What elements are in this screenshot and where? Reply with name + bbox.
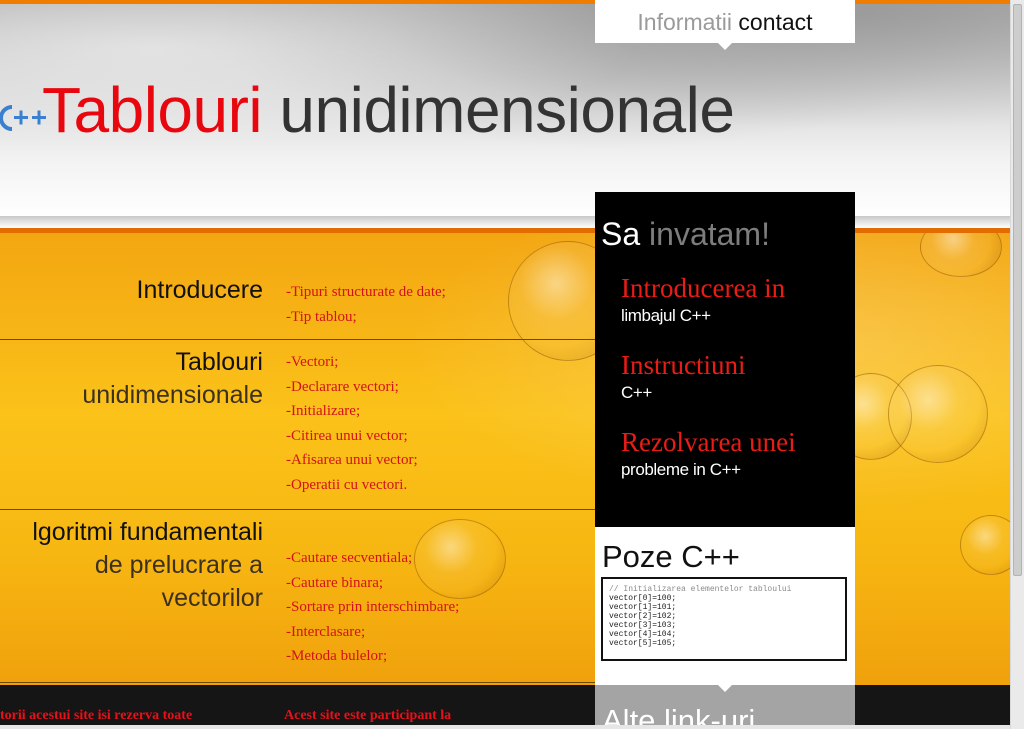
scrollbar-thumb[interactable] xyxy=(1013,4,1022,576)
section-divider xyxy=(0,509,596,510)
topic-link[interactable]: -Tipuri structurate de date; xyxy=(286,280,446,305)
topic-link[interactable]: -Cautare binara; xyxy=(286,571,459,596)
page-title: Tablouri unidimensionale xyxy=(42,74,735,146)
topic-link[interactable]: -Cautare secventiala; xyxy=(286,546,459,571)
topic-link[interactable]: -Vectori; xyxy=(286,350,418,375)
section-title-line: unidimensionale xyxy=(82,381,263,409)
topic-link[interactable]: -Declarare vectori; xyxy=(286,375,418,400)
alte-links-notch xyxy=(718,685,732,692)
sidebar-link-introducere-sub[interactable]: limbajul C++ xyxy=(621,306,711,326)
footer-rights-text: torii acestui site isi rezerva toate xyxy=(0,708,193,723)
sidebar-link-instructiuni-sub[interactable]: C++ xyxy=(621,383,652,403)
decorative-bubble xyxy=(960,515,1010,575)
topic-link[interactable]: -Afisarea unui vector; xyxy=(286,448,418,473)
code-line: vector[0]=100; xyxy=(609,594,677,603)
horizontal-scrollbar[interactable] xyxy=(0,725,1010,729)
contact-tab-grey-text: Informatii xyxy=(637,9,733,35)
sidebar-link-instructiuni-title[interactable]: Instructiuni xyxy=(621,350,745,380)
topic-link[interactable]: -Tip tablou; xyxy=(286,305,446,330)
decorative-bubble xyxy=(888,365,988,463)
topic-link[interactable]: -Operatii cu vectori. xyxy=(286,473,418,498)
header-shadow xyxy=(0,216,1010,228)
topic-link[interactable]: -Citirea unui vector; xyxy=(286,424,418,449)
sidebar-heading-white: Sa xyxy=(601,216,641,252)
code-screenshot-text: // Initializarea elementelor tabloului ve… xyxy=(609,585,791,648)
section-title-line: Tablouri xyxy=(175,348,263,376)
code-line: vector[2]=102; xyxy=(609,612,677,621)
section-title-line: Introducere xyxy=(136,276,263,304)
section-title-line: vectorilor xyxy=(161,584,263,612)
section-links-tablouri: -Vectori; -Declarare vectori; -Initializ… xyxy=(286,350,418,497)
section-title-line: lgoritmi fundamentali xyxy=(32,518,263,546)
page-title-red: Tablouri xyxy=(42,74,263,146)
section-title-line: de prelucrare a xyxy=(94,551,263,579)
section-divider xyxy=(0,682,596,683)
poze-title: Poze C++ xyxy=(602,539,740,574)
sidebar-heading-grey: invatam! xyxy=(649,216,770,252)
section-links-introducere: -Tipuri structurate de date; -Tip tablou… xyxy=(286,280,446,329)
code-line: vector[5]=105; xyxy=(609,639,677,648)
code-line: vector[3]=103; xyxy=(609,621,677,630)
section-links-algoritmi: -Cautare secventiala; -Cautare binara; -… xyxy=(286,546,459,669)
section-title-algoritmi[interactable]: lgoritmi fundamentali de prelucrare a ve… xyxy=(32,516,263,615)
decorative-bubble xyxy=(920,233,1002,277)
contact-tab-notch xyxy=(718,43,732,50)
sidebar-heading: Sa invatam! xyxy=(601,216,770,252)
footer-participant-text: Acest site este participant la xyxy=(284,708,452,723)
alte-links-title[interactable]: Alte link-uri xyxy=(602,703,755,739)
topic-link[interactable]: -Interclasare; xyxy=(286,620,459,645)
code-line: vector[4]=104; xyxy=(609,630,677,639)
vertical-scrollbar[interactable] xyxy=(1010,0,1024,729)
section-title-tablouri[interactable]: Tablouri unidimensionale xyxy=(82,346,263,412)
sidebar-link-introducere-title[interactable]: Introducerea in xyxy=(621,273,785,303)
page-title-dark: unidimensionale xyxy=(279,74,735,146)
section-divider xyxy=(0,339,596,340)
sidebar-link-rezolvare-title[interactable]: Rezolvarea unei xyxy=(621,427,796,457)
topic-link[interactable]: -Metoda bulelor; xyxy=(286,644,459,669)
code-line: vector[1]=101; xyxy=(609,603,677,612)
topic-link[interactable]: -Sortare prin interschimbare; xyxy=(286,595,459,620)
contact-tab[interactable]: Informatii contact xyxy=(595,0,855,43)
contact-tab-dark-text: contact xyxy=(738,9,813,35)
topic-link[interactable]: -Initializare; xyxy=(286,399,418,424)
sidebar-link-rezolvare-sub[interactable]: probleme in C++ xyxy=(621,460,741,480)
code-line: // Initializarea elementelor tabloului xyxy=(609,585,792,594)
section-title-introducere[interactable]: Introducere xyxy=(137,274,263,307)
